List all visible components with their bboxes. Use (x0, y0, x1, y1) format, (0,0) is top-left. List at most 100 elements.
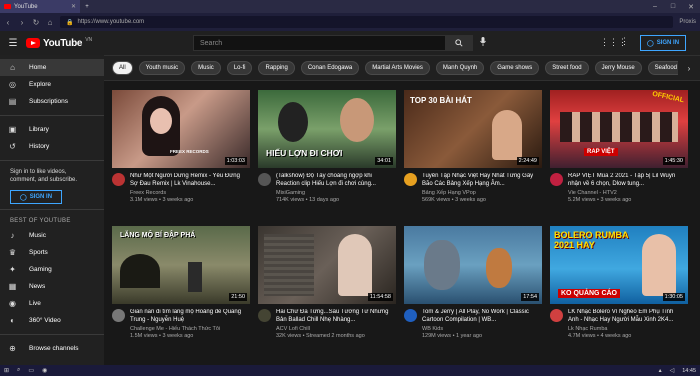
chip-street-food[interactable]: Street food (545, 61, 589, 75)
sidebar-item-label: Home (29, 64, 47, 71)
avatar[interactable] (112, 173, 125, 186)
channel-name[interactable]: Vie Channel - HTV2 (568, 190, 684, 196)
chip-lo-fi[interactable]: Lo-fi (226, 61, 253, 75)
channel-name[interactable]: ACV Lofi Chill (276, 326, 392, 332)
video-card[interactable]: FREEX RECORDS 1:03:03 Như Một Người Dưng… (112, 90, 250, 203)
video-stats: 5.2M views • 3 weeks ago (568, 197, 632, 203)
sidebar-item-live[interactable]: ◉ Live (0, 295, 104, 312)
home-nav-icon[interactable]: ⌂ (46, 18, 54, 27)
new-tab-button[interactable]: + (80, 0, 94, 13)
video-card[interactable]: 17:54 Tom & Jerry | All Play, No Work | … (404, 226, 542, 339)
tab-youtube[interactable]: YouTube ✕ (0, 0, 80, 13)
video-card[interactable]: 11:54:58 Hai Chữ Đã Từng...Sầu Tương Tư … (258, 226, 396, 339)
avatar[interactable] (258, 309, 271, 322)
sidebar-item-sports[interactable]: ♛ Sports (0, 244, 104, 261)
video-title[interactable]: Gian nan đi tìm lăng mộ Hoàng đế Quang T… (130, 309, 246, 324)
youtube-logo[interactable]: YouTube VN (26, 37, 186, 49)
extension-button[interactable]: Proxis (679, 19, 696, 25)
chevron-right-icon[interactable]: › (678, 56, 700, 80)
sidebar-item-gaming[interactable]: ✦ Gaming (0, 261, 104, 278)
video-thumbnail[interactable]: HIẾU LỢN ĐI CHƠI 34:01 (258, 90, 396, 168)
chip-conan-edogawa[interactable]: Conan Edogawa (300, 61, 360, 75)
video-card[interactable]: OFFICIAL RAP VIỆT 1:45:30 RAP VIỆT Mùa 2… (550, 90, 688, 203)
video-thumbnail[interactable]: BOLERO RUMBA 2021 HAY KO QUẢNG CÁO 1:30:… (550, 226, 688, 304)
sidebar-item-label: Music (29, 232, 46, 239)
video-title[interactable]: LK Nhạc Bolero Vì Nghèo Em Phụ Tình Anh … (568, 309, 684, 324)
video-title[interactable]: Hai Chữ Đã Từng...Sầu Tương Tư Những Bản… (276, 309, 392, 324)
avatar[interactable] (258, 173, 271, 186)
avatar[interactable] (550, 309, 563, 322)
sidebar-item-label: Sports (29, 249, 48, 256)
avatar[interactable] (404, 173, 417, 186)
more-options-icon[interactable]: ⋮ (620, 36, 629, 47)
chip-manh-quynh[interactable]: Manh Quynh (435, 61, 485, 75)
sidebar-item-browse-channels[interactable]: ⊕ Browse channels (0, 340, 104, 357)
chip-martial-arts-movies[interactable]: Martial Arts Movies (365, 61, 430, 75)
video-title[interactable]: (Talkshow) Độ Tày choáng ngợp khi Reacti… (276, 173, 392, 188)
search-input[interactable]: Search (193, 35, 473, 51)
close-window-icon[interactable]: ✕ (682, 3, 700, 11)
divider (0, 209, 104, 210)
avatar[interactable] (550, 173, 563, 186)
channel-name[interactable]: MixiGaming (276, 190, 392, 196)
sidebar-signin-button[interactable]: ◯ SIGN IN (10, 190, 62, 204)
sidebar-item-explore[interactable]: ◎ Explore (0, 76, 104, 93)
maximize-icon[interactable]: □ (664, 3, 682, 10)
video-stats: 129M views • 1 year ago (422, 333, 483, 339)
chip-youth-music[interactable]: Youth music (138, 61, 186, 75)
start-icon[interactable]: ⊞ (4, 367, 9, 374)
video-thumbnail[interactable]: FREEX RECORDS 1:03:03 (112, 90, 250, 168)
sidebar-item-library[interactable]: ▣ Library (0, 121, 104, 138)
video-duration: 2:24:49 (516, 157, 539, 165)
channel-name[interactable]: Freex Records (130, 190, 246, 196)
channel-name[interactable]: Challenge Me - Hiếu Thách Thức Tôi (130, 326, 246, 332)
chip-rapping[interactable]: Rapping (258, 61, 295, 75)
minimize-icon[interactable]: – (646, 3, 664, 10)
video-thumbnail[interactable]: 17:54 (404, 226, 542, 304)
video-card[interactable]: BOLERO RUMBA 2021 HAY KO QUẢNG CÁO 1:30:… (550, 226, 688, 339)
reload-icon[interactable]: ↻ (32, 18, 40, 27)
video-thumbnail[interactable]: OFFICIAL RAP VIỆT 1:45:30 (550, 90, 688, 168)
video-duration: 21:50 (229, 293, 247, 301)
channel-name[interactable]: Lk Nhạc Rumba (568, 326, 684, 332)
video-thumbnail[interactable]: LĂNG MỘ BÍ ĐẬP PHÁ 21:50 (112, 226, 250, 304)
avatar[interactable] (112, 309, 125, 322)
channel-name[interactable]: WB Kids (422, 326, 538, 332)
sidebar-item-subscriptions[interactable]: ▤ Subscriptions (0, 93, 104, 110)
avatar[interactable] (404, 309, 417, 322)
video-card[interactable]: HIẾU LỢN ĐI CHƠI 34:01 (Talkshow) Độ Tày… (258, 90, 396, 203)
chip-jerry-mouse[interactable]: Jerry Mouse (594, 61, 642, 75)
tab-close-icon[interactable]: ✕ (71, 3, 76, 10)
search-taskbar-icon[interactable]: ⌕ (17, 367, 20, 374)
chip-game-shows[interactable]: Game shows (490, 61, 540, 75)
search-button[interactable] (445, 35, 473, 51)
sidebar-item-music[interactable]: ♪ Music (0, 227, 104, 244)
sidebar-item-news[interactable]: ▦ News (0, 278, 104, 295)
back-icon[interactable]: ‹ (4, 18, 12, 27)
browser-window: YouTube ✕ + – □ ✕ ‹ › ↻ ⌂ 🔒 https://www.… (0, 0, 700, 376)
volume-icon[interactable]: ◁ (670, 367, 675, 374)
video-card[interactable]: TOP 30 BÀI HÁT 2:24:49 Tuyển Tập Nhạc Vi… (404, 90, 542, 203)
chip-all[interactable]: All (112, 61, 133, 75)
video-title[interactable]: Tom & Jerry | All Play, No Work | Classi… (422, 309, 538, 324)
video-thumbnail[interactable]: 11:54:58 (258, 226, 396, 304)
sidebar-item-home[interactable]: ⌂ Home (0, 59, 104, 76)
channel-name[interactable]: Bảng Xếp Hạng VPop (422, 190, 538, 196)
video-title[interactable]: Tuyển Tập Nhạc Việt Hay Nhất Từng Gây Bã… (422, 173, 538, 188)
folder-icon[interactable]: ▭ (28, 367, 34, 374)
video-thumbnail[interactable]: TOP 30 BÀI HÁT 2:24:49 (404, 90, 542, 168)
chip-music[interactable]: Music (191, 61, 221, 75)
menu-icon[interactable]: ☰ (0, 38, 26, 49)
sidebar-item-label: Gaming (29, 266, 52, 273)
video-title[interactable]: RAP VIỆT Mùa 2 2021 - Tập 5| Lil Wuyn nh… (568, 173, 684, 188)
video-card[interactable]: LĂNG MỘ BÍ ĐẬP PHÁ 21:50 Gian nan đi tìm… (112, 226, 250, 339)
url-field[interactable]: 🔒 https://www.youtube.com (60, 16, 674, 28)
forward-icon[interactable]: › (18, 18, 26, 27)
sidebar-item-360-video[interactable]: ◐ 360° Video (0, 312, 104, 329)
microphone-icon[interactable] (480, 37, 486, 48)
video-title[interactable]: Như Một Người Dưng Remix - Yêu Đừng Sợ Đ… (130, 173, 246, 188)
browser-taskbar-icon[interactable]: ◉ (42, 367, 47, 374)
sidebar-item-history[interactable]: ↺ History (0, 138, 104, 155)
gamepad-icon: ✦ (9, 265, 16, 274)
signin-button[interactable]: ◯ SIGN IN (640, 35, 686, 51)
